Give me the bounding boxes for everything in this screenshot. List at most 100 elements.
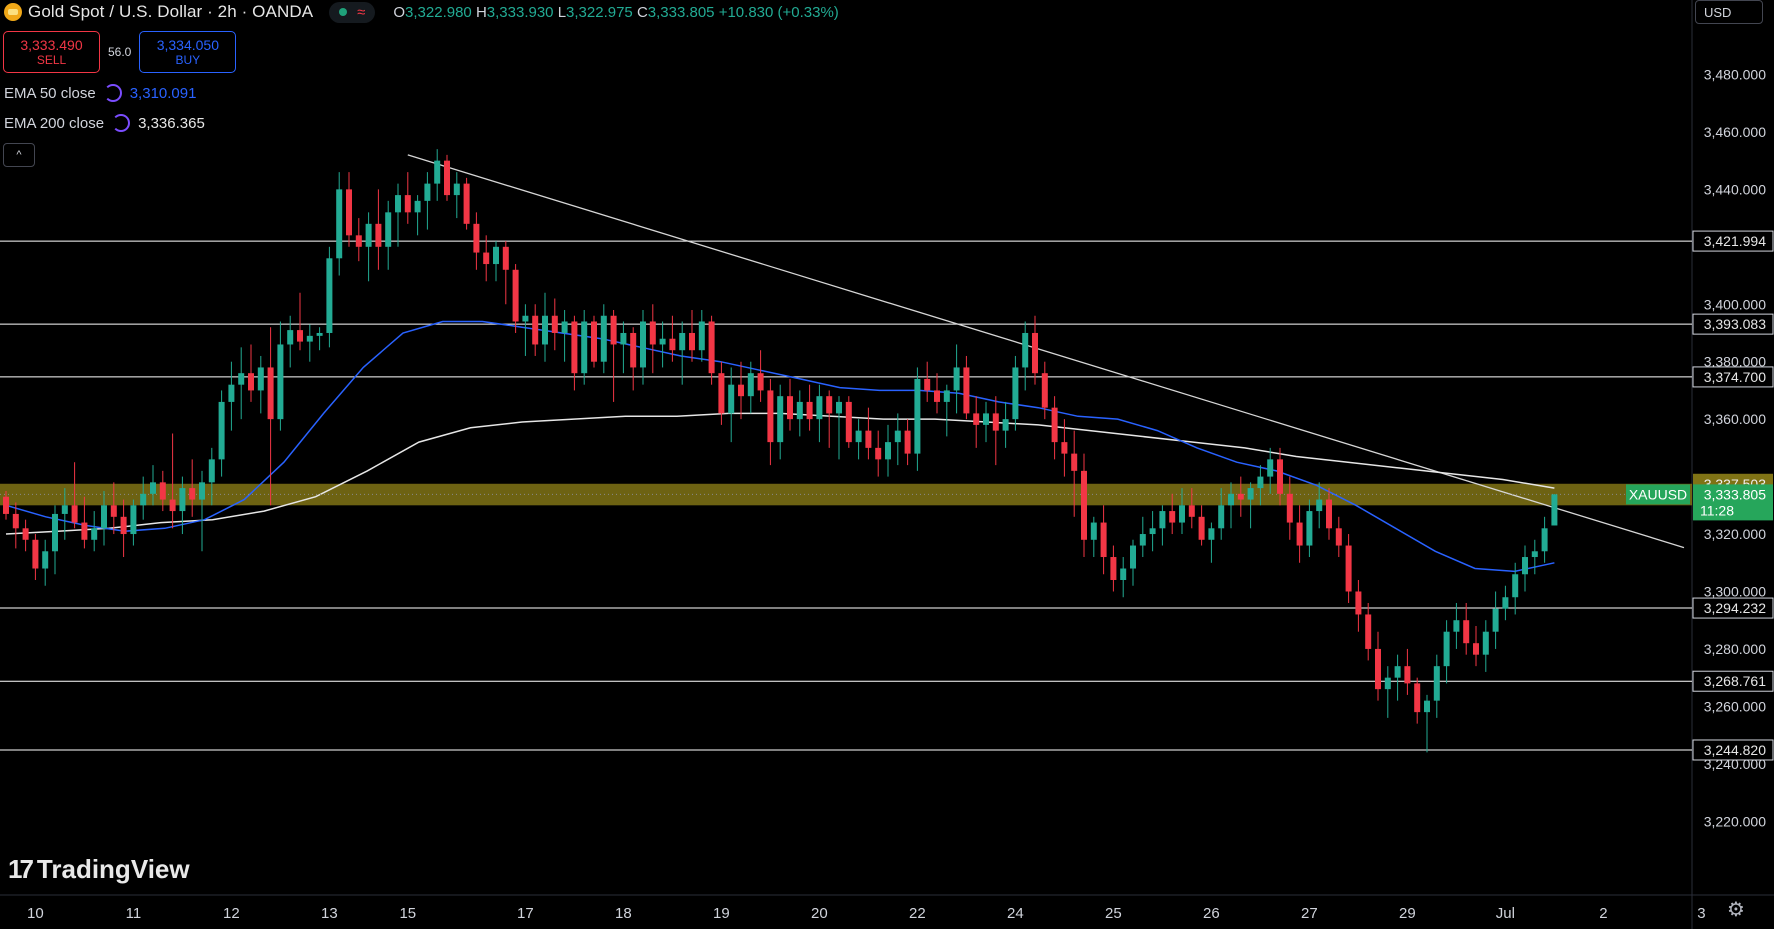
candle-body [1071, 453, 1078, 471]
candle-body [894, 430, 901, 443]
candle-body [1041, 373, 1048, 408]
tradingview-wordmark: TradingView [36, 854, 190, 884]
candle-body [1218, 505, 1225, 529]
candle-body [1051, 407, 1058, 443]
ema200-legend[interactable]: EMA 200 close 3,336.365 [4, 114, 205, 132]
candle-body [179, 488, 186, 512]
candle-body [502, 246, 509, 270]
candle-body [483, 252, 490, 265]
candle-body [375, 223, 382, 247]
candle-body [992, 413, 999, 431]
candle-body [826, 396, 833, 414]
candle-body [551, 315, 558, 333]
level-label: 3,294.232 [1704, 600, 1766, 616]
market-status-pill[interactable]: ≈ [329, 1, 376, 23]
candle-body [1228, 493, 1234, 506]
x-tick-label: 13 [321, 905, 338, 922]
candle-body [1139, 534, 1146, 546]
y-tick-label: 3,260.000 [1704, 698, 1766, 714]
candle-body [1394, 666, 1401, 678]
candle-body [591, 321, 597, 362]
candle-body [973, 413, 980, 425]
indicator-loading-icon [103, 84, 122, 102]
x-tick-label: 2 [1599, 905, 1607, 922]
ema50-value: 3,310.091 [129, 84, 197, 102]
candle-body [140, 493, 147, 506]
sell-label: SELL [36, 53, 67, 67]
y-tick-label: 3,460.000 [1704, 124, 1766, 140]
candle-body [1267, 459, 1274, 477]
candle-body [306, 335, 313, 342]
sell-price: 3,333.490 [20, 37, 83, 53]
candle-body [32, 539, 39, 569]
candle-body [257, 367, 264, 391]
candle-body [1375, 648, 1381, 690]
candle-body [3, 496, 9, 514]
currency-selector[interactable]: USD [1695, 0, 1763, 24]
candle-body [61, 505, 68, 514]
candle-body [385, 212, 392, 247]
candle-body [689, 332, 695, 351]
level-label: 3,374.700 [1704, 369, 1766, 385]
candle-body [875, 447, 882, 460]
price-chart[interactable]: 3,480.0003,460.0003,440.0003,400.0003,38… [0, 0, 1774, 929]
candle-body [1365, 614, 1372, 649]
candle-body [679, 332, 686, 351]
candle-body [414, 200, 421, 213]
candle-body [512, 269, 519, 322]
y-tick-label: 3,440.000 [1704, 181, 1766, 197]
candle-body [571, 321, 578, 374]
candle-body [1531, 551, 1538, 558]
candle-body [1159, 511, 1166, 529]
bar-countdown: 11:28 [1700, 502, 1734, 518]
candle-body [1198, 516, 1205, 540]
candle-body [787, 396, 793, 420]
candle-body [796, 401, 803, 420]
candle-body [1384, 677, 1391, 690]
trade-panel: 3,333.490 SELL 56.0 3,334.050 BUY [3, 31, 237, 73]
candle-body [1404, 666, 1411, 684]
candle-body [493, 246, 499, 265]
candle-body [943, 390, 950, 402]
candle-body [1188, 505, 1195, 517]
candle-body [581, 321, 588, 374]
candle-body [81, 522, 88, 540]
candle-body [522, 315, 529, 322]
candle-body [836, 401, 842, 414]
candle-body [395, 195, 401, 213]
candle-body [326, 258, 333, 333]
level-label: 3,268.761 [1704, 673, 1766, 689]
wave-icon: ≈ [357, 3, 366, 21]
candle-body [738, 384, 744, 397]
candle-body [1169, 511, 1176, 523]
chart-background [0, 0, 1774, 929]
candle-body [42, 551, 49, 569]
candle-body [904, 430, 911, 454]
candle-body [130, 505, 137, 535]
candle-body [610, 315, 617, 345]
x-tick-label: 29 [1399, 905, 1416, 922]
candle-body [444, 160, 450, 196]
level-label: 3,421.994 [1704, 233, 1766, 249]
candle-body [218, 401, 225, 460]
candle-body [1443, 631, 1450, 667]
collapse-legend-button[interactable]: ^ [3, 143, 35, 167]
buy-button[interactable]: 3,334.050 BUY [139, 31, 237, 73]
level-label: 3,244.820 [1704, 742, 1766, 758]
candle-body [404, 195, 411, 213]
x-tick-label: 11 [126, 905, 142, 922]
candle-body [855, 430, 862, 443]
ema50-legend[interactable]: EMA 50 close 3,310.091 [4, 84, 196, 102]
candle-body [1551, 494, 1558, 526]
symbol-tag: XAUUSD [1629, 486, 1687, 502]
candle-body [1149, 528, 1156, 535]
change-value: +10.830 (+0.33%) [718, 3, 839, 21]
candle-body [953, 367, 960, 391]
candle-body [1541, 528, 1548, 552]
ohlc-readout: O3,322.980 H3,333.930 L3,322.975 C3,333.… [393, 3, 839, 21]
settings-gear-icon[interactable]: ⚙ [1725, 899, 1747, 921]
candle-body [71, 505, 78, 523]
candle-body [600, 315, 607, 362]
symbol-title[interactable]: Gold Spot / U.S. Dollar · 2h · OANDA [28, 2, 313, 22]
sell-button[interactable]: 3,333.490 SELL [3, 31, 100, 73]
